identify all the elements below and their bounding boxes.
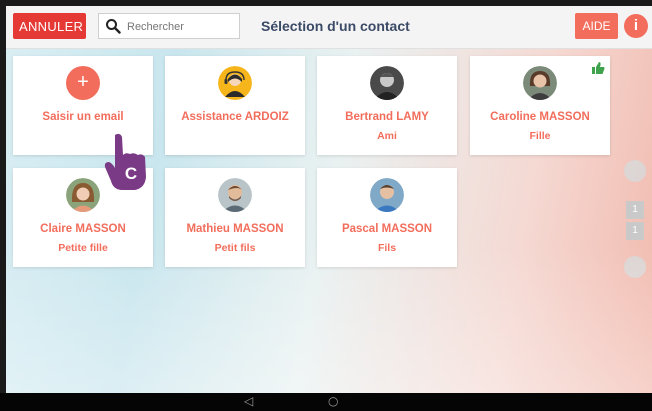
contact-card-mathieu[interactable]: Mathieu MASSON Petit fils bbox=[165, 168, 305, 267]
contact-name: Mathieu MASSON bbox=[186, 223, 284, 235]
pager-down-button[interactable] bbox=[624, 256, 646, 278]
claire-avatar-icon bbox=[66, 178, 100, 212]
contact-relation: Ami bbox=[377, 130, 397, 142]
assistant-avatar-icon bbox=[218, 66, 252, 100]
search-box[interactable] bbox=[98, 13, 240, 39]
contact-card-pascal[interactable]: Pascal MASSON Fils bbox=[317, 168, 457, 267]
info-button[interactable]: i bbox=[624, 14, 648, 38]
pager-page[interactable]: 1 bbox=[626, 222, 644, 240]
contact-name: Assistance ARDOIZ bbox=[181, 111, 289, 123]
top-bar: ANNULER Sélection d'un contact AIDE i bbox=[6, 6, 652, 49]
add-icon: + bbox=[66, 66, 100, 100]
pager-page[interactable]: 1 bbox=[626, 201, 644, 219]
contact-relation: Fille bbox=[529, 130, 551, 142]
contact-card-caroline[interactable]: Caroline MASSON Fille bbox=[470, 56, 610, 155]
pointing-hand-icon: C bbox=[104, 133, 146, 190]
app-screen: ANNULER Sélection d'un contact AIDE i + … bbox=[6, 6, 652, 393]
contact-card-bertrand[interactable]: Bertrand LAMY Ami bbox=[317, 56, 457, 155]
thumbs-up-icon bbox=[592, 62, 605, 74]
cancel-button[interactable]: ANNULER bbox=[13, 13, 86, 39]
contact-name: Bertrand LAMY bbox=[345, 111, 429, 123]
search-input[interactable] bbox=[125, 17, 239, 37]
mathieu-avatar-icon bbox=[218, 178, 252, 212]
android-nav-bar: ◁ ○ bbox=[0, 393, 652, 411]
search-icon bbox=[106, 19, 121, 34]
contact-name: Caroline MASSON bbox=[490, 111, 590, 123]
help-button[interactable]: AIDE bbox=[575, 13, 618, 39]
bertrand-avatar-icon bbox=[370, 66, 404, 100]
back-icon[interactable]: ◁ bbox=[244, 394, 253, 408]
cursor-letter: C bbox=[125, 164, 137, 183]
add-email-label: Saisir un email bbox=[42, 111, 124, 123]
home-icon[interactable]: ○ bbox=[328, 394, 338, 408]
pascal-avatar-icon bbox=[370, 178, 404, 212]
contact-card-assistance[interactable]: Assistance ARDOIZ bbox=[165, 56, 305, 155]
contact-relation: Petite fille bbox=[58, 242, 108, 254]
caroline-avatar-icon bbox=[523, 66, 557, 100]
contact-relation: Petit fils bbox=[214, 242, 256, 254]
contact-name: Pascal MASSON bbox=[341, 223, 433, 235]
contact-name: Claire MASSON bbox=[40, 223, 126, 235]
page-title: Sélection d'un contact bbox=[261, 18, 410, 34]
contact-relation: Fils bbox=[377, 242, 397, 254]
pager-up-button[interactable] bbox=[624, 160, 646, 182]
